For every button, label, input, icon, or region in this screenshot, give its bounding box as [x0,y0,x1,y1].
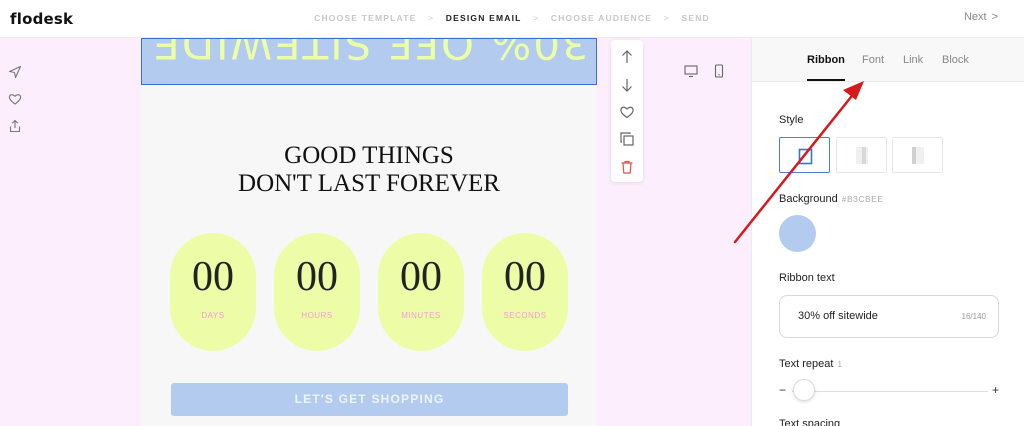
annotation-arrow-icon [733,81,864,244]
